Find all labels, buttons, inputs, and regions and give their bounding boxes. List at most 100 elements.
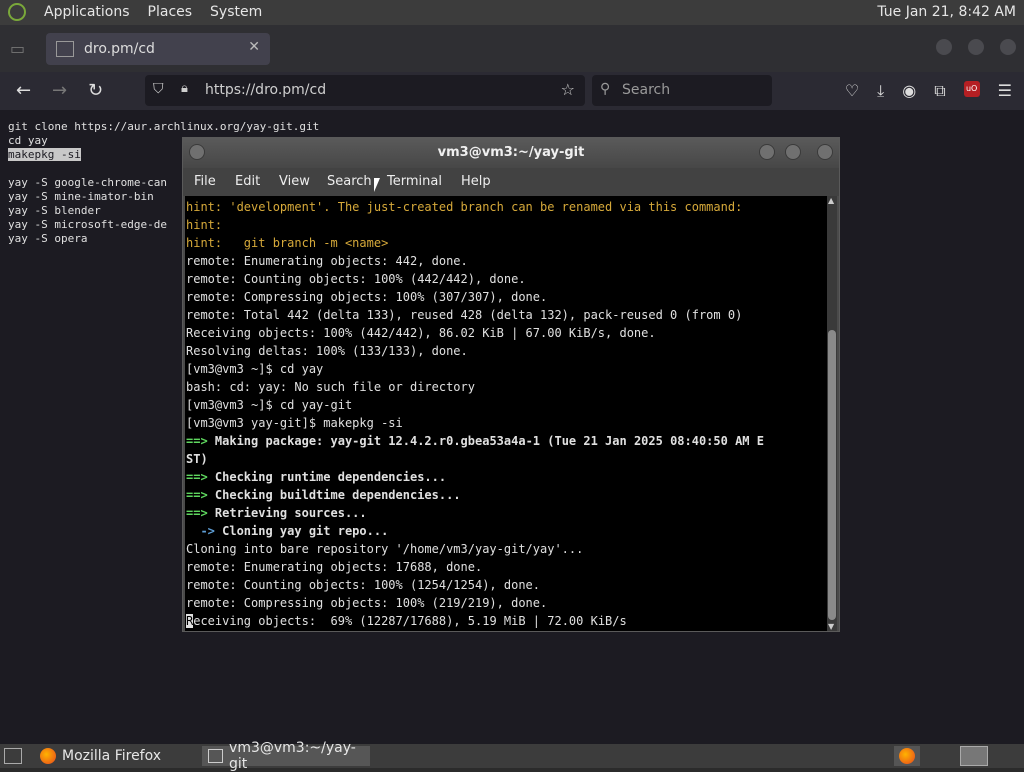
reload-icon[interactable]: ↻ [88,80,103,101]
window-menu-button[interactable] [189,144,205,160]
hamburger-menu-icon[interactable]: ☰ [998,81,1012,101]
workspace-switcher[interactable] [960,746,988,766]
terminal-line: hint: git branch -m <name> [186,236,389,250]
maximize-window-button[interactable] [968,39,984,55]
terminal-line: Cloning yay git repo... [214,524,389,538]
page-line: yay -S opera [8,232,88,245]
firefox-icon [40,748,56,764]
top-panel-menus: Applications Places System [8,3,262,21]
terminal-arrow: ==> [186,434,208,448]
terminal-arrow: ==> [186,506,208,520]
menu-file[interactable]: File [194,174,216,189]
close-tab-icon[interactable]: ✕ [248,39,260,55]
search-bar[interactable]: ⚲ Search [592,75,772,106]
taskbar-item-terminal[interactable]: vm3@vm3:~/yay-git [202,740,370,772]
menu-search[interactable]: Search [327,174,372,189]
menu-terminal[interactable]: Terminal [387,174,442,189]
terminal-line: Checking runtime dependencies... [207,470,447,484]
terminal-line: hint: 'development'. The just-created br… [186,200,743,214]
taskbar-item-label: Mozilla Firefox [62,748,162,764]
terminal-arrow: ==> [186,470,208,484]
search-icon: ⚲ [600,81,611,97]
close-window-button[interactable] [1000,39,1016,55]
terminal-line: Receiving objects: 100% (442/442), 86.02… [186,326,656,340]
forward-arrow-icon[interactable]: → [52,80,67,101]
lock-icon[interactable]: 🔒︎ [181,81,188,96]
ublock-origin-icon[interactable]: uO [963,81,980,97]
page-line: yay -S google-chrome-can [8,176,167,189]
terminal-line: [vm3@vm3 yay-git]$ makepkg -si [186,416,403,430]
browser-tab[interactable]: dro.pm/cd ✕ [46,33,270,65]
back-arrow-icon[interactable]: ← [16,80,31,101]
url-bar[interactable]: ⛉ 🔒︎ https://dro.pm/cd ☆ [145,75,585,106]
terminal-line: Resolving deltas: 100% (133/133), done. [186,344,468,358]
scrollbar-thumb[interactable] [828,330,836,620]
minimize-window-button[interactable] [936,39,952,55]
terminal-title-bar[interactable]: vm3@vm3:~/yay-git [183,138,839,168]
browser-tab-bar: ▭ dro.pm/cd ✕ [0,25,1024,72]
maximize-button[interactable] [785,144,801,160]
terminal-output[interactable]: hint: 'development'. The just-created br… [185,196,827,631]
terminal-line: remote: Compressing objects: 100% (307/3… [186,290,548,304]
page-line-selected: makepkg -si [8,148,81,161]
url-text[interactable]: https://dro.pm/cd [205,82,326,98]
terminal-line: remote: Compressing objects: 100% (219/2… [186,596,548,610]
clock[interactable]: Tue Jan 21, 8:42 AM [877,4,1016,20]
terminal-line: eceiving objects: 69% (12287/17688), 5.1… [193,614,627,628]
pocket-icon[interactable]: ♡ [845,81,859,101]
page-line: cd yay [8,134,48,147]
terminal-arrow: ==> [186,488,208,502]
menu-applications[interactable]: Applications [44,4,130,20]
terminal-line: Cloning into bare repository '/home/vm3/… [186,542,584,556]
scroll-down-icon[interactable]: ▼ [828,622,834,631]
terminal-line: remote: Enumerating objects: 17688, done… [186,560,483,574]
search-placeholder: Search [622,82,671,98]
terminal-line: Making package: yay-git 12.4.2.r0.gbea53… [207,434,764,448]
scroll-up-icon[interactable]: ▲ [828,196,834,205]
terminal-line: remote: Enumerating objects: 442, done. [186,254,468,268]
terminal-menu-bar: File Edit View Search Terminal Help [183,168,839,196]
extensions-icon[interactable]: ⧉ [934,81,945,101]
show-desktop-icon[interactable] [4,748,22,764]
bottom-taskbar: Mozilla Firefox vm3@vm3:~/yay-git [0,740,1024,772]
terminal-scrollbar[interactable]: ▲ ▼ [827,196,837,631]
terminal-line: remote: Counting objects: 100% (1254/125… [186,578,541,592]
browser-nav-bar: ← → ↻ ⛉ 🔒︎ https://dro.pm/cd ☆ ⚲ Search … [0,72,1024,110]
menu-view[interactable]: View [279,174,310,189]
terminal-line: hint: [186,218,223,232]
terminal-line: [vm3@vm3 ~]$ cd yay [186,362,324,376]
taskbar-item-firefox[interactable]: Mozilla Firefox [34,746,204,766]
minimize-button[interactable] [759,144,775,160]
menu-help[interactable]: Help [461,174,491,189]
toolbar-icons: ♡ ⤓ ◉ ⧉ uO ☰ [845,81,1012,101]
menu-places[interactable]: Places [148,4,193,20]
page-line: yay -S mine-imator-bin [8,190,154,203]
page-favicon-icon [56,41,74,57]
terminal-icon [208,749,224,763]
terminal-line: remote: Counting objects: 100% (442/442)… [186,272,526,286]
tab-list-icon[interactable]: ▭ [10,39,25,58]
taskbar-item-label: vm3@vm3:~/yay-git [229,740,356,772]
terminal-line: bash: cd: yay: No such file or directory [186,380,475,394]
terminal-arrow: -> [186,524,215,538]
terminal-line: remote: Total 442 (delta 133), reused 42… [186,308,743,322]
page-line: yay -S microsoft-edge-de [8,218,167,231]
terminal-line: Retrieving sources... [207,506,367,520]
tracking-shield-icon[interactable]: ⛉ [153,81,164,97]
download-icon[interactable]: ⤓ [877,81,884,101]
browser-tab-title: dro.pm/cd [84,41,155,57]
menu-edit[interactable]: Edit [235,174,260,189]
terminal-window[interactable]: vm3@vm3:~/yay-git File Edit View Search … [182,137,840,632]
tray-firefox-icon[interactable] [894,746,920,766]
top-panel: Applications Places System Tue Jan 21, 8… [0,0,1024,25]
terminal-text: hint: 'development'. The just-created br… [186,198,764,630]
bookmark-star-icon[interactable]: ☆ [561,80,575,99]
distro-logo-icon[interactable] [8,3,26,21]
terminal-line: ST) [186,452,208,466]
terminal-line: Checking buildtime dependencies... [207,488,461,502]
menu-system[interactable]: System [210,4,262,20]
terminal-line: [vm3@vm3 ~]$ cd yay-git [186,398,353,412]
page-line: yay -S blender [8,204,101,217]
account-icon[interactable]: ◉ [902,81,916,101]
close-button[interactable] [817,144,833,160]
